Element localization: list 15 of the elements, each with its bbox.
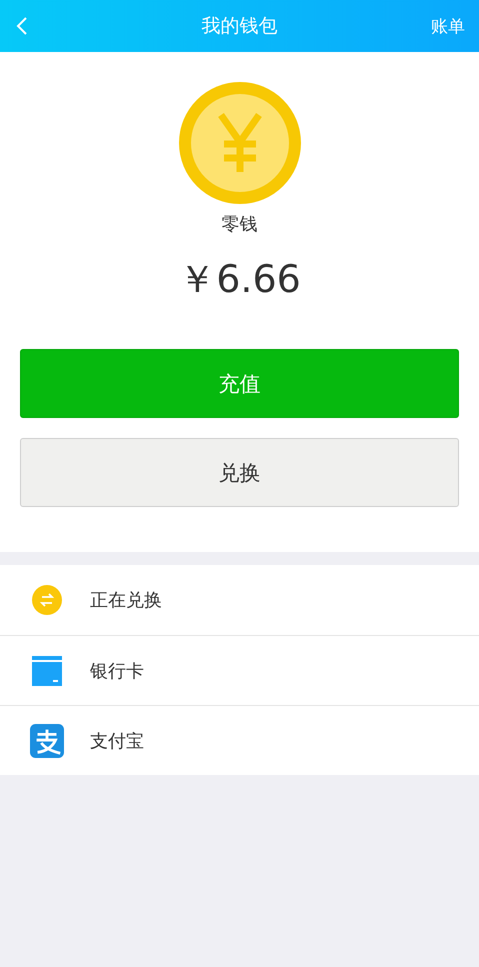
page-title: 我的钱包 [202, 14, 278, 39]
menu-label: 支付宝 [90, 730, 144, 752]
exchange-icon [32, 585, 62, 615]
balance-label: 零钱 [222, 213, 258, 236]
menu-row[interactable]: 正在兑换 [0, 565, 479, 635]
back-icon[interactable] [16, 16, 28, 36]
menu-label: 正在兑换 [90, 589, 162, 612]
exchange-button[interactable]: 兑换 [20, 438, 459, 507]
card-icon [32, 656, 62, 686]
menu-label: 银行卡 [90, 660, 144, 682]
coin-icon [178, 82, 300, 204]
balance-amount: ￥6.66 [178, 256, 301, 303]
menu-row[interactable]: 支付宝 [0, 705, 479, 775]
menu-row[interactable]: 银行卡 [0, 635, 479, 705]
alipay-icon [30, 722, 64, 758]
